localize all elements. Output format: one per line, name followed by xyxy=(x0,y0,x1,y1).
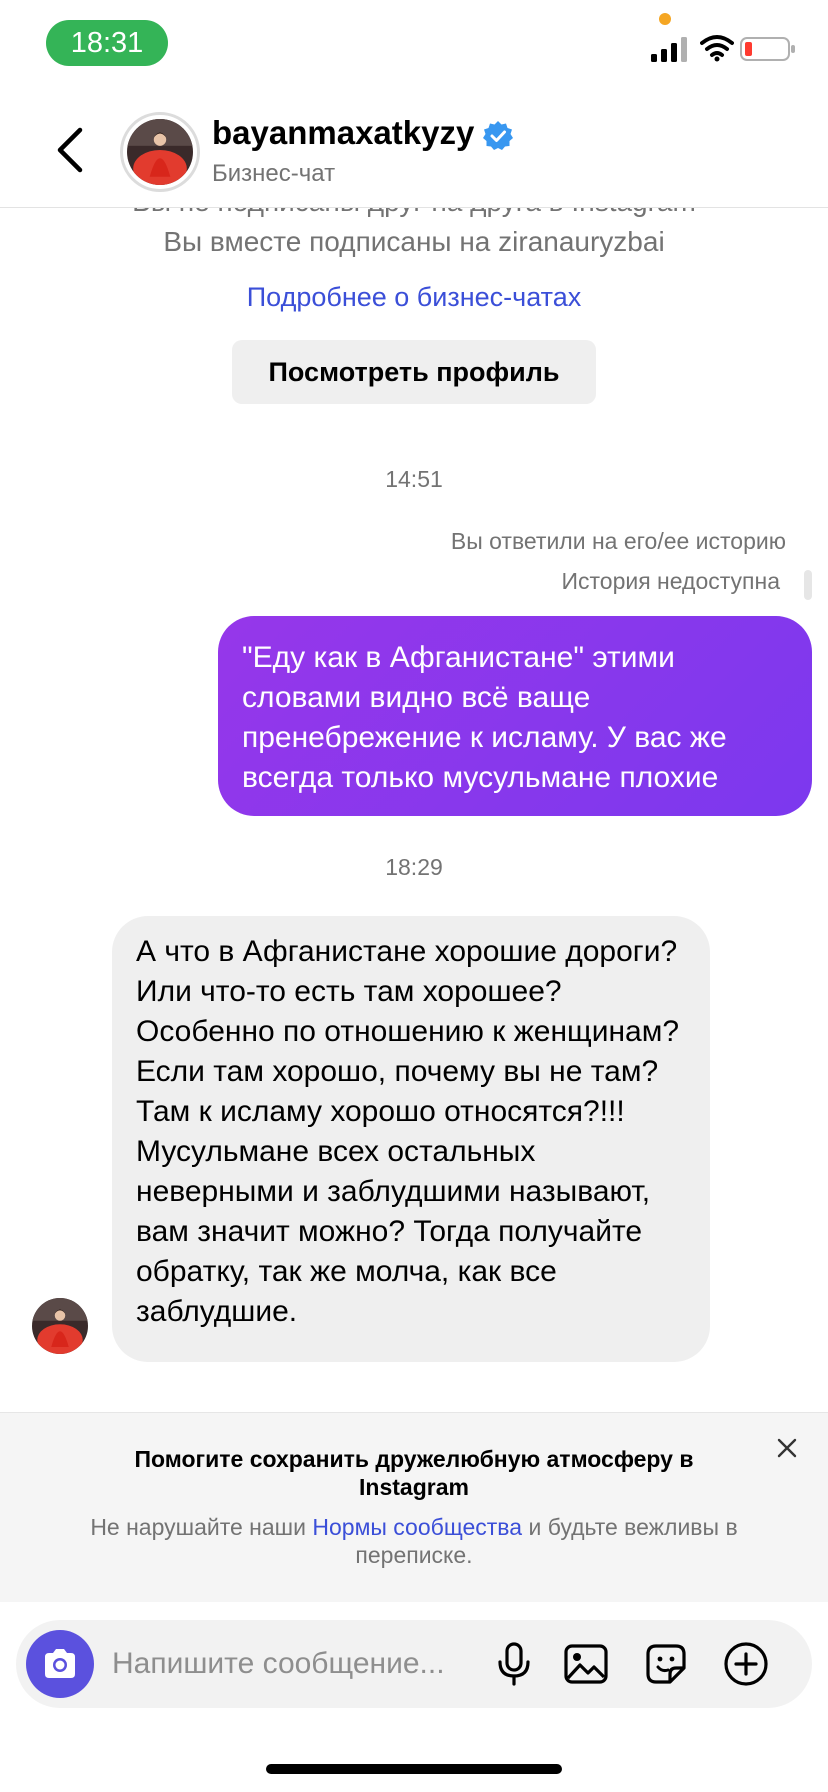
camera-button[interactable] xyxy=(26,1630,94,1698)
sticker-icon[interactable] xyxy=(642,1640,690,1688)
mutual-followers-text: Вы вместе подписаны на ziranauryzbai xyxy=(163,226,665,257)
camera-icon xyxy=(45,1649,75,1678)
header-subtitle: Бизнес-чат xyxy=(212,160,336,187)
message-composer xyxy=(16,1620,812,1708)
message-input[interactable] xyxy=(112,1642,492,1686)
avatar-photo xyxy=(32,1298,88,1354)
wifi-icon xyxy=(700,35,734,62)
outgoing-message-bubble[interactable]: "Еду как в Афганистане" этими словами ви… xyxy=(218,616,812,816)
close-icon[interactable] xyxy=(776,1437,798,1459)
microphone-icon[interactable] xyxy=(490,1640,538,1688)
cellular-signal-icon xyxy=(651,37,687,62)
story-reply-label: Вы ответили на его/ее историю xyxy=(450,528,786,554)
avatar-photo xyxy=(127,119,193,185)
incoming-message-bubble[interactable]: А что в Афганистане хорошие дороги? Или … xyxy=(112,916,710,1362)
battery-low-icon xyxy=(740,37,795,61)
header-username[interactable]: bayanmaxatkyzy xyxy=(212,114,474,152)
follow-status-text: Вы не подписаны друг на друга в Instagra… xyxy=(0,208,828,218)
chat-thread[interactable]: Вы не подписаны друг на друга в Instagra… xyxy=(0,208,828,1412)
chat-header: bayanmaxatkyzy Бизнес-чат xyxy=(0,88,828,208)
notice-body-text: Не нарушайте наши xyxy=(90,1514,313,1540)
status-bar: 18:31 xyxy=(0,0,828,88)
status-time: 18:31 xyxy=(46,20,168,66)
home-indicator xyxy=(266,1764,562,1774)
image-icon[interactable] xyxy=(562,1640,610,1688)
plus-icon[interactable] xyxy=(722,1640,770,1688)
community-guidelines-link[interactable]: Нормы сообщества xyxy=(312,1514,522,1540)
community-guidelines-notice: Помогите сохранить дружелюбную атмосферу… xyxy=(0,1412,828,1602)
header-avatar[interactable] xyxy=(120,112,200,192)
notice-body: Не нарушайте наши Нормы сообщества и буд… xyxy=(50,1513,778,1569)
message-timestamp: 18:29 xyxy=(385,854,443,880)
sender-avatar[interactable] xyxy=(32,1298,88,1354)
message-timestamp: 14:51 xyxy=(385,466,443,492)
notice-title: Помогите сохранить дружелюбную атмосферу… xyxy=(134,1446,694,1500)
back-chevron-icon[interactable] xyxy=(50,124,90,176)
business-chat-learn-more-link[interactable]: Подробнее о бизнес-чатах xyxy=(0,282,828,313)
story-reply-indicator xyxy=(804,570,812,600)
view-profile-button[interactable]: Посмотреть профиль xyxy=(232,340,596,404)
verified-badge-icon xyxy=(483,121,513,150)
story-unavailable-label: История недоступна xyxy=(561,568,780,594)
privacy-indicator-dot xyxy=(659,13,671,25)
